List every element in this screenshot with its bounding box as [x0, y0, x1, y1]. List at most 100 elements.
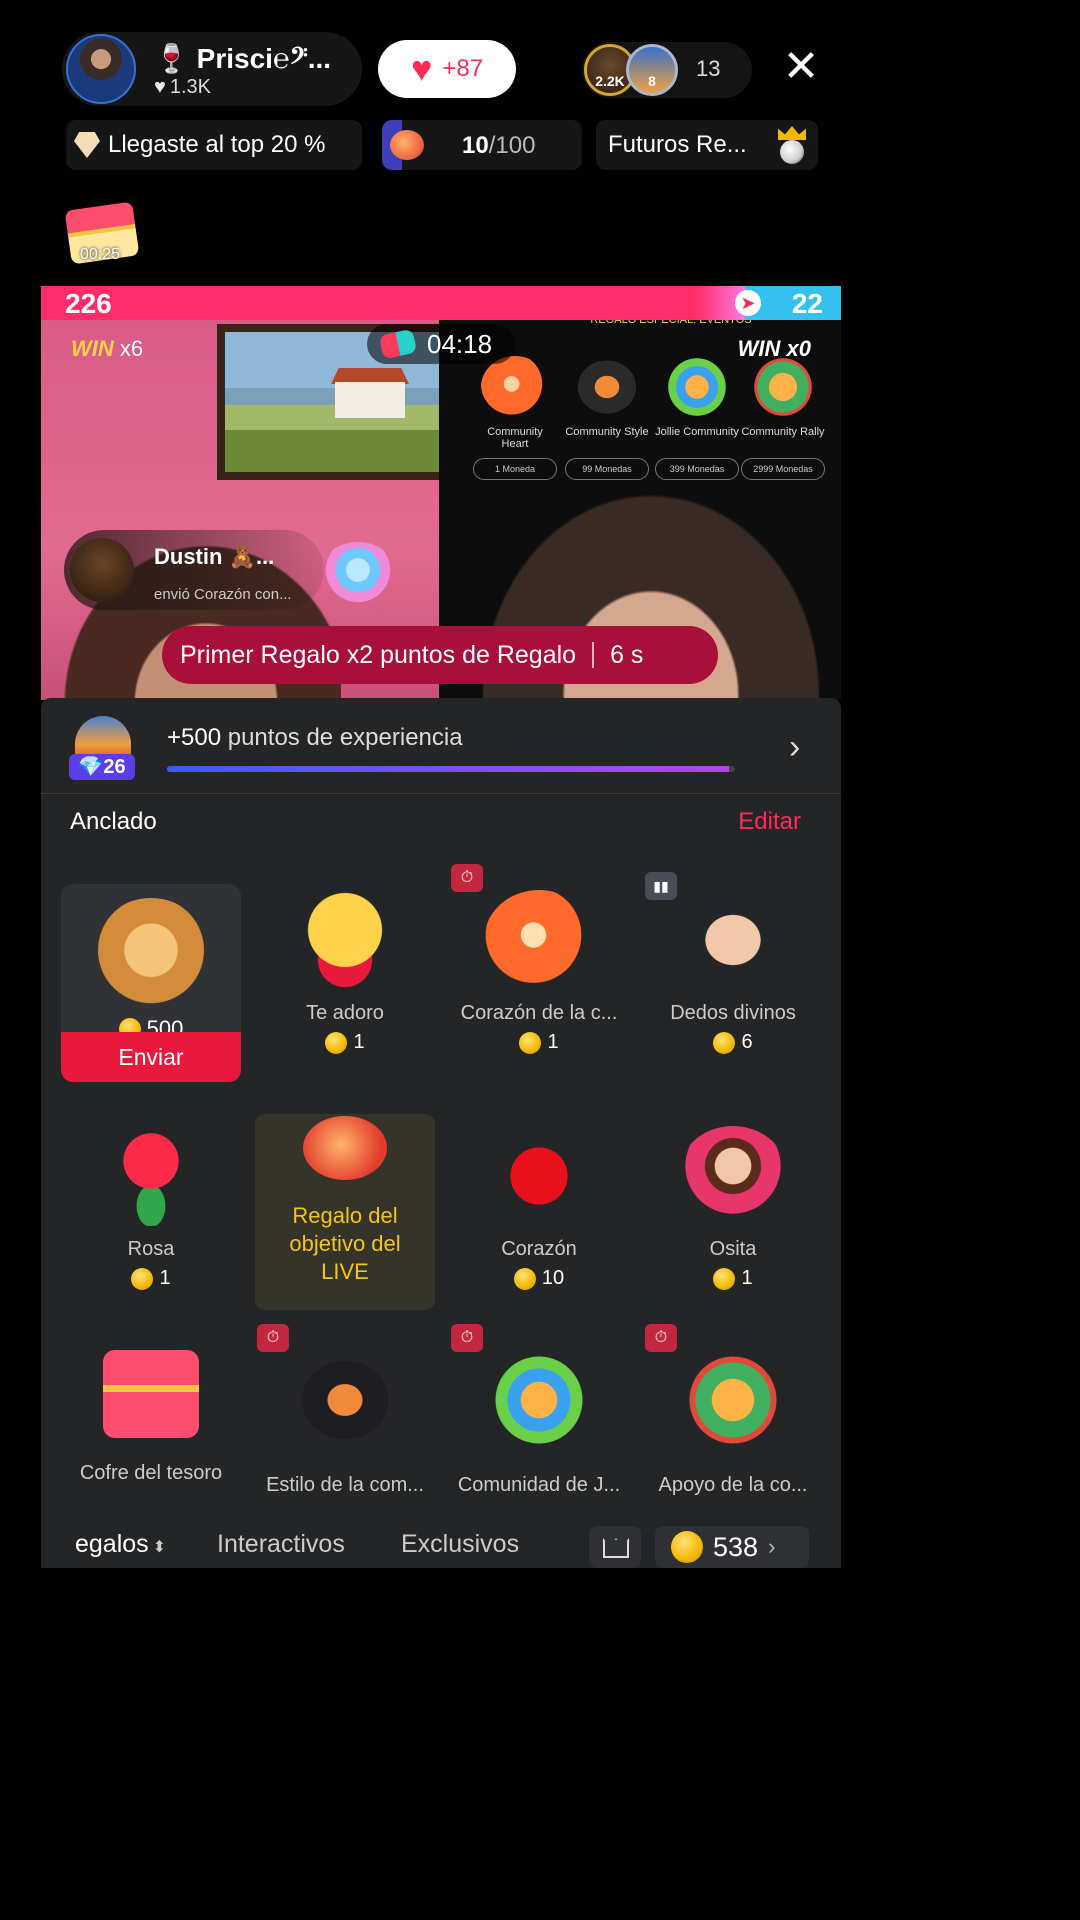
gift-name: Apoyo de la co...	[658, 1474, 808, 1496]
gift-item[interactable]: Osita 1	[643, 1126, 823, 1290]
treasure-chest-timer[interactable]: 00:25	[64, 201, 140, 266]
host-likes: ♥ 1.3K	[154, 76, 211, 99]
win-streak-left: WIN x6	[71, 336, 143, 362]
gift-name: Corazón	[501, 1238, 577, 1260]
left-score: 226	[65, 288, 112, 319]
crown-icon	[603, 1538, 629, 1558]
host-name: 🍷 Prisci℮𝄢...	[154, 43, 332, 74]
boxing-gloves-icon	[378, 328, 418, 360]
goal-gift-text: Regalo del objetivo del LIVE	[289, 1203, 401, 1284]
host-avatar[interactable]	[66, 34, 136, 104]
heart-icon	[484, 1126, 594, 1226]
live-header: 🍷 Prisci℮𝄢... ♥ 1.3K ♥ +87 2.2K 8 13 ✕	[0, 0, 882, 112]
subscription-button[interactable]	[589, 1526, 641, 1568]
event-chip[interactable]: Futuros Re...	[596, 120, 818, 170]
sunset-icon	[75, 716, 131, 756]
tab-exclusive[interactable]: Exclusivos	[401, 1530, 519, 1559]
heart-icon: ♥	[154, 76, 166, 98]
coin-icon	[713, 1267, 736, 1290]
event-board-title: REGALO ESPECIAL: EVENTOS	[590, 320, 752, 326]
sender-avatar[interactable]	[70, 538, 134, 602]
live-goal-chip[interactable]: 10/100	[382, 120, 582, 170]
gift-name: Dedos divinos	[670, 1002, 796, 1024]
gift-panel: 💎26 +500 puntos de experiencia › Anclado…	[41, 698, 841, 1568]
win-left-multiplier: x6	[119, 336, 144, 361]
goal-total: /100	[488, 132, 536, 159]
gift-item[interactable]: Dedos divinos 6	[643, 890, 823, 1054]
gift-price: 1	[449, 1031, 629, 1054]
crown-soccer-icon	[772, 124, 812, 164]
rank-chip[interactable]: Llegaste al top 20 %	[66, 120, 362, 170]
coin-icon	[671, 1531, 703, 1563]
pinned-label: Anclado	[70, 808, 157, 835]
gift-item[interactable]: Corazón de la c... 1	[449, 890, 629, 1054]
experience-text: +500 puntos de experiencia	[167, 724, 463, 752]
gift-price: 1	[643, 1267, 823, 1290]
gift-price: 1	[61, 1267, 241, 1290]
host-info[interactable]: 🍷 Prisci℮𝄢... ♥ 1.3K	[62, 32, 362, 106]
gift-name: Cofre del tesoro	[79, 1462, 223, 1484]
banner-divider	[592, 642, 595, 668]
event-gift-name: Community Rally	[741, 426, 825, 438]
send-button[interactable]: Enviar	[61, 1032, 241, 1082]
battle-score-bar: 226 ➤ 22	[41, 286, 841, 320]
gift-name: Osita	[709, 1238, 757, 1260]
gift-item[interactable]: Comunidad de J...	[449, 1350, 629, 1497]
gift-name: Comunidad de J...	[457, 1474, 621, 1496]
event-gift-price: 1 Moneda	[473, 458, 557, 480]
host-likes-count: 1.3K	[169, 76, 212, 98]
gift-notification[interactable]: Dustin 🧸... envió Corazón con...	[64, 530, 404, 612]
hug-emoji-icon	[290, 890, 400, 990]
heart-icon: ♥	[410, 48, 433, 89]
gift-price: 1	[255, 1031, 435, 1054]
tab-interactive[interactable]: Interactivos	[217, 1530, 345, 1559]
event-gift-community-style: Community Style 99 Monedas	[565, 356, 649, 486]
goal-heart-icon	[390, 130, 424, 160]
close-button[interactable]: ✕	[780, 45, 822, 89]
xp-label: puntos de experiencia	[227, 724, 463, 751]
sender-name: Dustin 🧸...	[154, 544, 275, 569]
community-rally-icon	[678, 1350, 788, 1450]
win-streak-right: WIN x0	[737, 336, 811, 361]
live-goal-gift[interactable]: Regalo del objetivo del LIVE	[255, 1114, 435, 1310]
experience-progress	[167, 766, 735, 772]
gift-item[interactable]: Apoyo de la co...	[643, 1350, 823, 1497]
chest-countdown: 00:25	[80, 246, 121, 263]
chevron-right-icon[interactable]: ›	[789, 728, 800, 767]
second-viewer-score: 8	[648, 73, 656, 89]
gift-item[interactable]: Cofre del tesoro	[61, 1350, 241, 1485]
viewer-list[interactable]: 2.2K 8 13	[582, 42, 752, 98]
experience-row[interactable]: 💎26 +500 puntos de experiencia ›	[41, 698, 841, 794]
second-viewer-avatar[interactable]: 8	[626, 44, 678, 96]
event-gift-community-heart: Community Heart 1 Moneda	[473, 356, 557, 486]
gift-item[interactable]: Te adoro 1	[255, 890, 435, 1054]
event-label: Futuros Re...	[608, 131, 747, 158]
tiktok-heart-icon	[484, 890, 594, 990]
level-badge: 💎26	[69, 716, 135, 780]
sort-icon: ⬍	[152, 1539, 167, 1556]
gift-name: Te adoro	[306, 1002, 384, 1024]
edit-button[interactable]: Editar	[738, 808, 801, 836]
tab-gifts[interactable]: egalos ⬍	[75, 1530, 166, 1559]
first-gift-banner: Primer Regalo x2 puntos de Regalo 6 s	[162, 626, 718, 684]
rank-text: Llegaste al top 20 %	[108, 131, 326, 158]
diamond-icon	[74, 132, 100, 158]
coin-icon	[513, 1267, 536, 1290]
coin-icon	[713, 1031, 736, 1054]
top-viewer-score: 2.2K	[595, 73, 625, 89]
timer-badge-icon: ⏱	[451, 864, 483, 892]
gift-item[interactable]: Rosa 1	[61, 1126, 241, 1290]
coin-balance-button[interactable]: 538 ›	[655, 1526, 809, 1568]
event-gift-name: Community Style	[565, 426, 649, 438]
right-score: 22	[791, 288, 823, 319]
experience-progress-fill	[167, 766, 730, 772]
gift-item[interactable]: Estilo de la com...	[255, 1350, 435, 1497]
heart-follow-button[interactable]: ♥ +87	[378, 40, 516, 98]
banner-text: Primer Regalo x2 puntos de Regalo	[180, 640, 577, 669]
gift-item[interactable]: Corazón 10	[449, 1126, 629, 1290]
battle-timer: 04:18	[367, 324, 515, 364]
event-gift-jollie-community: Jollie Community 399 Monedas	[655, 356, 739, 486]
jollie-community-icon	[484, 1350, 594, 1450]
win-left-label: WIN	[71, 336, 114, 361]
event-gift-price: 2999 Monedas	[741, 458, 825, 480]
